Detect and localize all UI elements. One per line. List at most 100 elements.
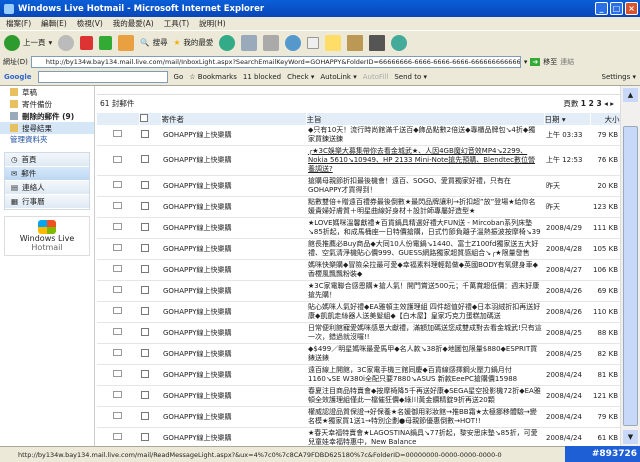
subject-link[interactable]: 遠百線上開館，3C家電手機三館同慶◆百貨線感擇鋼火壓力鍋月付1160↘SE W3… [306,364,544,386]
sender[interactable]: GOHAPPY線上快樂購 [161,238,306,260]
select-all-checkbox[interactable] [139,114,148,122]
message-row[interactable]: GOHAPPY線上快樂購 ◆只有10天！流行時尚館滿千送百◆飾品點數2倍送◆專櫃… [97,125,620,146]
subject-link[interactable]: ╭★3C娛樂大募集帶你去看金城武★、人因4GB魔幻音效MP4↘2299、Noki… [306,145,544,176]
row-checkbox[interactable] [141,348,149,357]
forward-button[interactable] [58,34,75,51]
sender[interactable]: GOHAPPY線上快樂購 [161,259,306,281]
stop-button[interactable] [80,35,94,50]
scroll-down-button[interactable]: ▼ [623,430,638,444]
back-button[interactable]: 上一頁 ▾ [4,34,52,51]
sender[interactable]: GOHAPPY線上快樂購 [161,196,306,218]
refresh-button[interactable] [99,35,113,50]
favorites-button[interactable]: ★ 我的最愛 [174,37,214,48]
sender[interactable]: GOHAPPY線上快樂購 [161,217,306,239]
col-date[interactable]: 日期 ▾ [544,113,591,125]
message-row[interactable]: GOHAPPY線上快樂購 點數雙倍+贈遠百禮券最後倒數★最閃品牌讓利→折扣超”放… [97,196,620,218]
message-row[interactable]: GOHAPPY線上快樂購 館長推薦必Buy商品◆大同10人份電鍋↘1440、富士… [97,238,620,260]
settings-button[interactable]: Settings ▾ [602,73,640,81]
page-links[interactable]: 1 2 3 [581,99,602,108]
message-row[interactable]: GOHAPPY線上快樂購 ◆$499／明星媽咪最愛馬甲◆名人款↘38折◆地圖包限… [97,343,620,365]
subject-link[interactable]: 館長推薦必Buy商品◆大同10人份電鍋↘1440、富士Z100fd獨家送五大好禮… [306,238,544,260]
message-row[interactable]: GOHAPPY線上快樂購 權威認證品質保證→好保養★名媛御用彩妝館→推BB霜★太… [97,406,620,428]
subject-link[interactable]: ★LOVE媽咪溫馨獻禮★百貨鍋具精選好禮大FUN送 - Mircoban系列床墊… [306,217,544,239]
sender[interactable]: GOHAPPY線上快樂購 [161,280,306,302]
folder-sent[interactable]: 寄件備份 [0,98,94,110]
check-button[interactable]: Check ▾ [287,73,314,81]
autolink-button[interactable]: AutoLink ▾ [320,73,356,81]
scrollbar[interactable]: ▲ ▼ [620,86,640,446]
subject-link[interactable]: 權威認證品質保證→好保養★名媛御用彩妝館→推BB霜★太極挪移體驗→變名模★獨家買… [306,406,544,428]
subject-link[interactable]: 春夏注目商品特賣會◆按摩椅降5千再送好康◆SEGA星空投影機72折◆EA雅頓全效… [306,385,544,407]
links-button[interactable]: 連結 [560,57,574,67]
col-subject[interactable]: 主旨 [306,113,545,125]
message-row[interactable]: GOHAPPY線上快樂購 日常便利館寵愛媽咪感恩大獻禮，滿額加碼送您成雙成對去看… [97,322,620,344]
sender[interactable]: GOHAPPY線上快樂購 [161,145,306,176]
row-checkbox[interactable] [141,264,149,273]
autofill-button[interactable]: AutoFill [363,73,389,81]
scroll-up-button[interactable]: ▲ [623,88,638,102]
popup-blocked-button[interactable]: 11 blocked [243,73,281,81]
row-checkbox[interactable] [141,129,149,138]
col-size[interactable]: 大小 [590,113,620,125]
search-button[interactable]: 🔍 搜尋 [140,37,167,48]
message-row[interactable]: GOHAPPY線上快樂購 遠百線上開館，3C家電手機三館同慶◆百貨線感擇鋼火壓力… [97,364,620,386]
history-button[interactable] [219,34,236,51]
row-checkbox[interactable] [141,369,149,378]
row-checkbox[interactable] [141,432,149,441]
subject-link[interactable]: ★春天幸福特賣會★LAGOSTINA鍋具↘77折起，黎安思床墊↘85折，可愛兒童… [306,427,544,446]
google-search-input[interactable] [37,71,168,83]
research-button[interactable] [347,34,364,51]
nav-calendar[interactable]: ▦ 行事曆 [5,195,89,209]
notes-button[interactable] [325,34,342,51]
sender[interactable]: GOHAPPY線上快樂購 [161,322,306,344]
menu-file[interactable]: 檔案(F) [6,18,31,29]
menu-favorites[interactable]: 我的最愛(A) [113,18,154,29]
subject-link[interactable]: 日常便利館寵愛媽咪感恩大獻禮，滿額加碼送您成雙成對去看金城武!只有這一次，錯過就… [306,322,544,344]
media-button[interactable] [369,34,386,51]
sender[interactable]: GOHAPPY線上快樂購 [161,427,306,446]
close-button[interactable]: × [625,2,638,15]
row-checkbox[interactable] [141,327,149,336]
subject-link[interactable]: 點數雙倍+贈遠百禮券最後倒數★最閃品牌讓利→折扣超”放”登場★給你名媛貴婦好膚質… [306,196,544,218]
message-row[interactable]: GOHAPPY線上快樂購 春夏注目商品特賣會◆按摩椅降5千再送好康◆SEGA星空… [97,385,620,407]
nav-mail[interactable]: ✉ 郵件 [5,167,89,181]
nav-contacts[interactable]: ▤ 連絡人 [5,181,89,195]
folder-drafts[interactable]: 草稿 [0,86,94,98]
message-row[interactable]: GOHAPPY線上快樂購 貼心媽咪人氣好禮◆EA雅頓主效護理組 四件超值好禮◆日… [97,301,620,323]
sender[interactable]: GOHAPPY線上快樂購 [161,385,306,407]
sender[interactable]: GOHAPPY線上快樂購 [161,343,306,365]
print-button[interactable] [263,34,280,51]
maximize-button[interactable]: □ [610,2,623,15]
sender[interactable]: GOHAPPY線上快樂購 [161,364,306,386]
row-checkbox[interactable] [141,201,149,210]
row-checkbox[interactable] [141,411,149,420]
mail-button[interactable] [241,34,258,51]
message-row[interactable]: GOHAPPY線上快樂購 ╭★3C娛樂大募集帶你去看金城武★、人因4GB魔幻音效… [97,145,620,176]
google-go-button[interactable]: Go [174,73,184,81]
subject-link[interactable]: ◆只有10天！流行時尚館滿千送百◆飾品點數2倍送◆專櫃品牌包↘4折◆獨家買鍊送鍊 [306,125,544,146]
menu-view[interactable]: 檢視(V) [77,18,103,29]
subject-link[interactable]: 搶購母親節折扣最後機會！遠百、SOGO、愛買獨家好禮，只有在GOHAPPY才買得… [306,175,544,197]
row-checkbox[interactable] [141,306,149,315]
row-checkbox[interactable] [141,222,149,231]
menu-tools[interactable]: 工具(T) [164,18,189,29]
message-row[interactable]: GOHAPPY線上快樂購 ★春天幸福特賣會★LAGOSTINA鍋具↘77折起，黎… [97,427,620,446]
go-button[interactable]: 移至 [543,57,557,67]
row-checkbox[interactable] [141,180,149,189]
messenger-button[interactable] [391,34,408,51]
subject-link[interactable]: 貼心媽咪人氣好禮◆EA雅頓主效護理組 四件超值好禮◆日本羽絨折扣再送好康◆凱凱走… [306,301,544,323]
manage-folders-link[interactable]: 管理資料夾 [0,134,94,146]
sender[interactable]: GOHAPPY線上快樂購 [161,301,306,323]
row-checkbox[interactable] [141,285,149,294]
address-input[interactable]: http://by134w.bay134.mail.live.com/mail/… [30,55,521,68]
sender[interactable]: GOHAPPY線上快樂購 [161,175,306,197]
row-checkbox[interactable] [141,155,149,163]
sender[interactable]: GOHAPPY線上快樂購 [161,125,306,146]
message-row[interactable]: GOHAPPY線上快樂購 媽咪快樂購◆冒險朵拉最可愛◆幸福素料理輕鬆做◆英國BO… [97,259,620,281]
scroll-thumb[interactable] [623,126,638,426]
subject-link[interactable]: 媽咪快樂購◆冒險朵拉最可愛◆幸福素料理輕鬆做◆英國BODY有氧健身車◆香櫻風飄飄… [306,259,544,281]
row-checkbox[interactable] [141,390,149,399]
subject-link[interactable]: ◆$499／明星媽咪最愛馬甲◆名人款↘38折◆地圖包限量$880◆ESPRIT買… [306,343,544,365]
nav-home[interactable]: ◷ 首頁 [5,153,89,167]
message-row[interactable]: GOHAPPY線上快樂購 ★LOVE媽咪溫馨獻禮★百貨鍋具精選好禮大FUN送 -… [97,217,620,239]
